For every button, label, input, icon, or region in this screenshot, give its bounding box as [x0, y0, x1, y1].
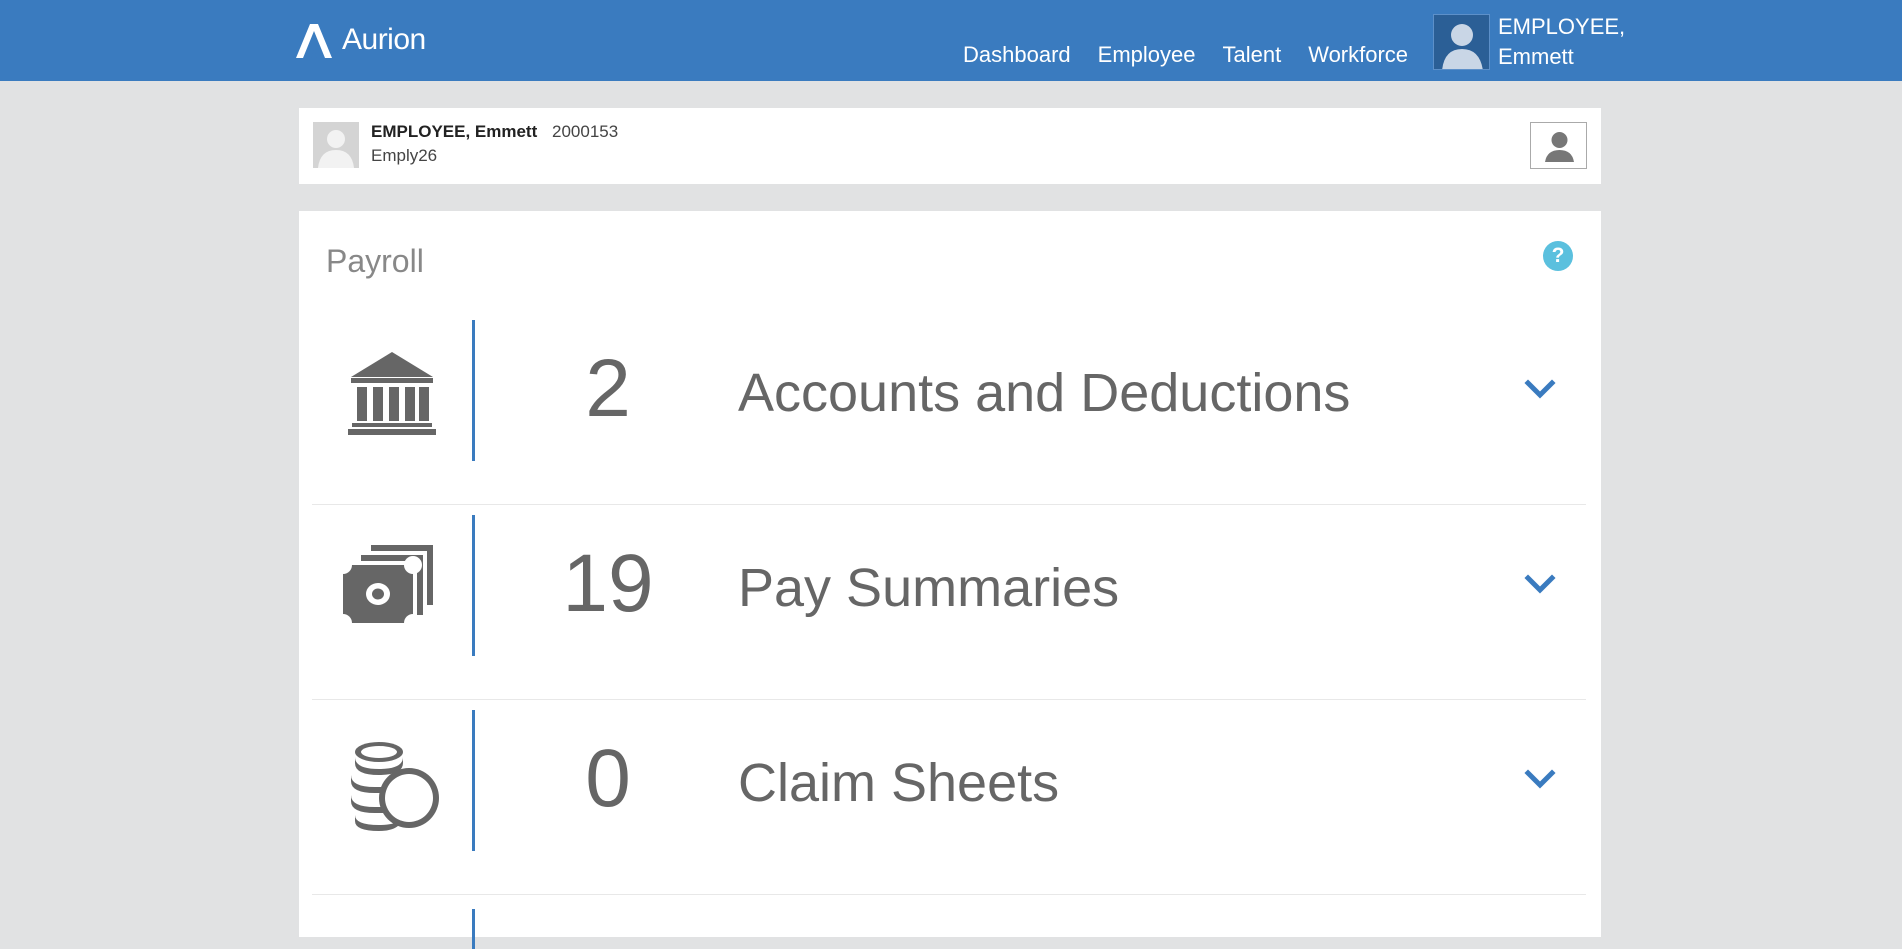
nav-employee[interactable]: Employee — [1098, 42, 1196, 68]
top-navigation-bar: Aurion Dashboard Employee Talent Workfor… — [0, 0, 1902, 81]
row-divider — [472, 515, 475, 656]
employee-name: EMPLOYEE, Emmett — [371, 122, 538, 141]
payroll-panel: Payroll ? 2 Accounts and Deductions 19 P… — [299, 211, 1601, 949]
chevron-down-icon[interactable] — [1522, 372, 1558, 408]
bank-icon — [348, 352, 436, 435]
user-name-line1: EMPLOYEE, — [1498, 14, 1626, 39]
profile-button[interactable] — [1530, 122, 1587, 169]
row-label: Accounts and Deductions — [738, 363, 1351, 423]
row-count: 2 — [585, 343, 631, 434]
user-avatar-icon — [1433, 14, 1490, 70]
row-divider — [472, 909, 475, 949]
employee-username: Emply26 — [371, 146, 438, 165]
aurion-logo-icon — [296, 24, 332, 58]
money-stack-icon — [337, 545, 433, 632]
help-icon[interactable]: ? — [1543, 241, 1573, 271]
row-count: 19 — [562, 538, 654, 629]
user-name: EMPLOYEE, Emmett — [1498, 12, 1625, 72]
nav-dashboard[interactable]: Dashboard — [963, 42, 1071, 68]
main-nav: Dashboard Employee Talent Workforce — [963, 42, 1408, 68]
nav-workforce[interactable]: Workforce — [1308, 42, 1408, 68]
person-icon — [1545, 132, 1574, 162]
chevron-down-icon[interactable] — [1522, 762, 1558, 798]
payroll-row-pay-summaries[interactable]: 19 Pay Summaries — [312, 505, 1586, 700]
row-label: Claim Sheets — [738, 753, 1060, 813]
row-divider — [472, 710, 475, 851]
employee-photo-icon — [313, 122, 359, 168]
row-count: 0 — [585, 733, 631, 824]
employee-id: 2000153 — [552, 122, 619, 141]
user-menu[interactable]: EMPLOYEE, Emmett — [1433, 14, 1625, 70]
row-divider — [472, 320, 475, 461]
coins-icon — [351, 742, 439, 831]
aurion-logo[interactable]: Aurion — [292, 18, 426, 62]
nav-talent[interactable]: Talent — [1222, 42, 1281, 68]
user-name-line2: Emmett — [1498, 44, 1574, 69]
chevron-down-icon[interactable] — [1522, 567, 1558, 603]
payroll-row-claim-sheets[interactable]: 0 Claim Sheets — [312, 700, 1586, 895]
brand-name: Aurion — [342, 23, 426, 56]
row-label: Pay Summaries — [738, 558, 1120, 618]
payroll-row-accounts[interactable]: 2 Accounts and Deductions — [312, 310, 1586, 505]
panel-title: Payroll — [326, 243, 424, 279]
employee-card: EMPLOYEE, Emmett 2000153 Emply26 — [299, 108, 1601, 184]
